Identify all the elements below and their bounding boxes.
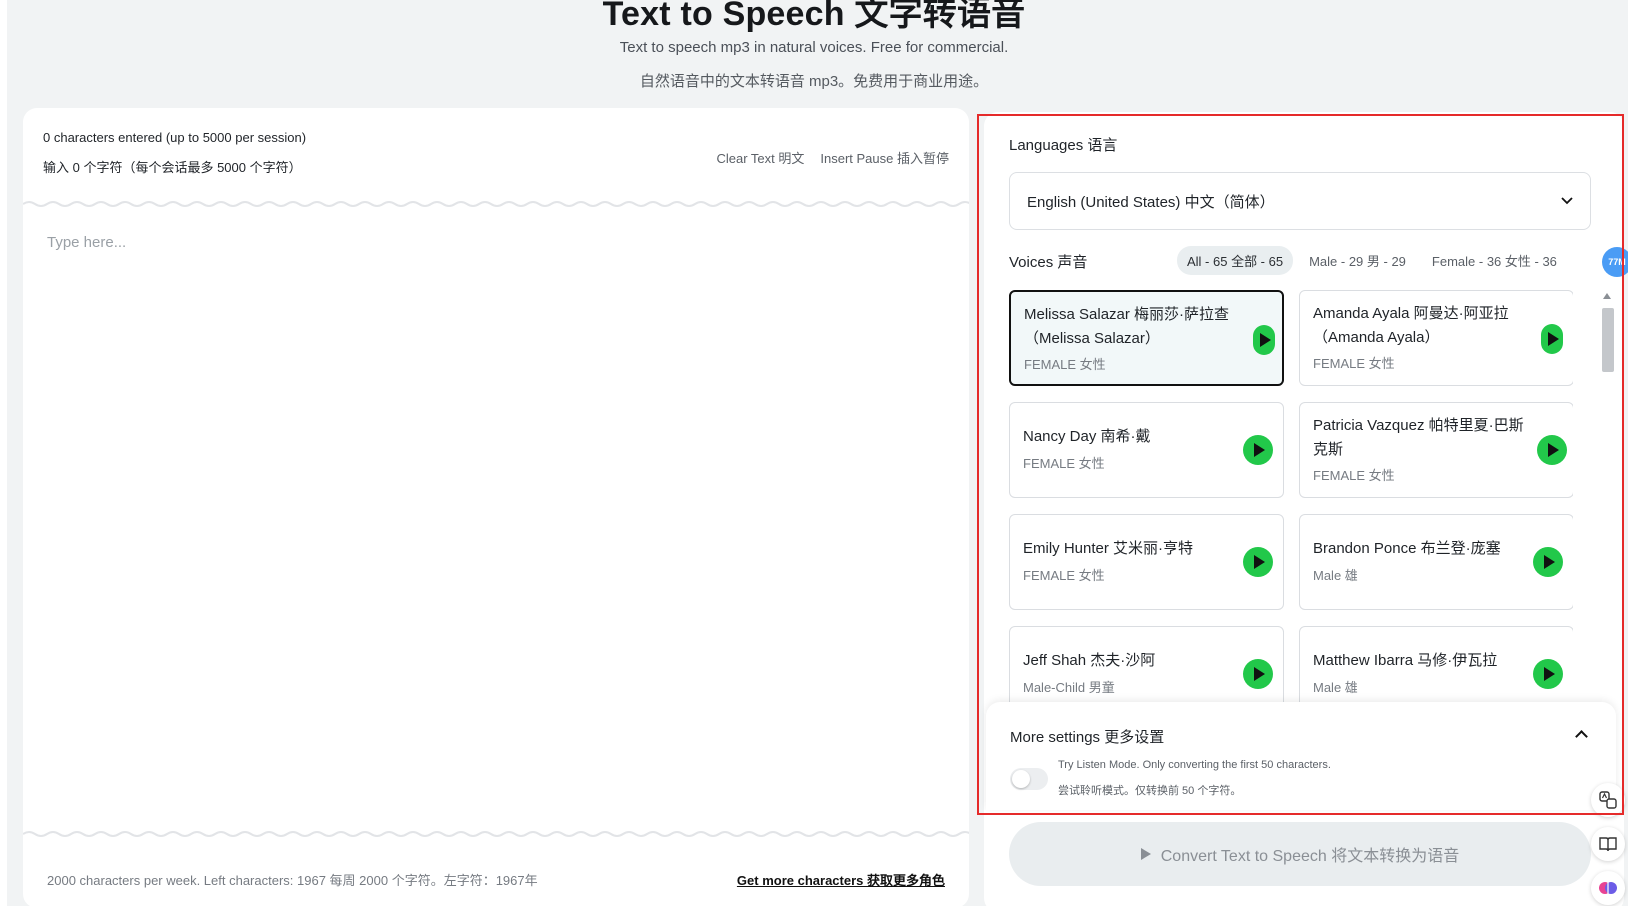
- voice-gender: FEMALE 女性: [1313, 356, 1395, 371]
- filter-male[interactable]: Male - 29 男 - 29: [1299, 246, 1416, 275]
- voice-gender: FEMALE 女性: [1024, 357, 1106, 372]
- voice-list: Melissa Salazar 梅丽莎·萨拉查（Melissa Salazar）…: [1009, 290, 1573, 702]
- editor-actions: Clear Text 明文 Insert Pause 插入暂停: [716, 148, 949, 167]
- filter-all[interactable]: All - 65 全部 - 65: [1177, 246, 1294, 275]
- play-triangle-icon: [1140, 848, 1151, 860]
- voice-gender: FEMALE 女性: [1313, 468, 1395, 483]
- play-icon[interactable]: [1533, 547, 1563, 577]
- voice-gender: FEMALE 女性: [1023, 456, 1105, 471]
- voice-name: Patricia Vazquez 帕特里夏·巴斯克斯: [1313, 417, 1524, 458]
- voices-label: Voices 声音: [1009, 254, 1088, 271]
- voice-card[interactable]: Patricia Vazquez 帕特里夏·巴斯克斯 FEMALE 女性: [1299, 402, 1573, 498]
- filter-female[interactable]: Female - 36 女性 - 36: [1422, 246, 1567, 275]
- listen-mode-text-zh: 尝试聆听模式。仅转换前 50 个字符。: [1058, 785, 1242, 797]
- scrollbar-thumb[interactable]: [1602, 308, 1614, 372]
- play-icon[interactable]: [1541, 324, 1563, 354]
- voice-card[interactable]: Jeff Shah 杰夫·沙阿 Male-Child 男童: [1009, 626, 1284, 702]
- character-count-en: 0 characters entered (up to 5000 per ses…: [43, 130, 307, 145]
- language-select[interactable]: English (United States) 中文（简体）: [1009, 172, 1591, 230]
- voice-name: Jeff Shah 杰夫·沙阿: [1023, 652, 1156, 669]
- voice-filter-tabs: All - 65 全部 - 65 Male - 29 男 - 29 Female…: [1177, 246, 1567, 275]
- page-title: Text to Speech 文字转语音: [602, 0, 1026, 33]
- page-subtitle-zh: 自然语音中的文本转语音 mp3。免费用于商业用途。: [639, 73, 989, 90]
- listen-mode-text-en: Try Listen Mode. Only converting the fir…: [1058, 759, 1331, 771]
- play-icon[interactable]: [1253, 325, 1275, 355]
- chevron-up-icon[interactable]: [1575, 730, 1588, 743]
- play-icon[interactable]: [1243, 547, 1273, 577]
- play-icon[interactable]: [1243, 659, 1273, 689]
- divider-wave-top: [23, 201, 969, 207]
- scroll-up-arrow-icon[interactable]: [1603, 293, 1611, 299]
- voice-card[interactable]: Amanda Ayala 阿曼达·阿亚拉（Amanda Ayala） FEMAL…: [1299, 290, 1573, 386]
- voice-name: Emily Hunter 艾米丽·亨特: [1023, 540, 1194, 557]
- voice-card[interactable]: Emily Hunter 艾米丽·亨特 FEMALE 女性: [1009, 514, 1284, 610]
- page-subtitle-en: Text to speech mp3 in natural voices. Fr…: [619, 39, 1009, 56]
- play-icon[interactable]: [1243, 435, 1273, 465]
- voice-card[interactable]: Melissa Salazar 梅丽莎·萨拉查（Melissa Salazar）…: [1009, 290, 1284, 386]
- play-icon[interactable]: [1537, 435, 1567, 465]
- insert-pause-button[interactable]: Insert Pause 插入暂停: [820, 148, 949, 167]
- more-settings-label[interactable]: More settings 更多设置: [1010, 726, 1164, 747]
- chevron-down-icon: [1561, 197, 1573, 205]
- get-more-characters-link[interactable]: Get more characters 获取更多角色: [737, 870, 945, 889]
- weekly-quota-text: 2000 characters per week. Left character…: [47, 873, 538, 888]
- translate-icon[interactable]: [1591, 783, 1625, 817]
- voice-name: Brandon Ponce 布兰登·庞塞: [1313, 540, 1501, 557]
- voice-card[interactable]: Nancy Day 南希·戴 FEMALE 女性: [1009, 402, 1284, 498]
- voice-gender: FEMALE 女性: [1023, 568, 1105, 583]
- voice-name: Melissa Salazar 梅丽莎·萨拉查（Melissa Salazar）: [1024, 306, 1230, 347]
- character-count-zh: 输入 0 个字符（每个会话最多 5000 个字符）: [43, 160, 302, 175]
- reader-icon[interactable]: [1591, 827, 1625, 861]
- voice-name: Nancy Day 南希·戴: [1023, 428, 1151, 445]
- voice-gender: Male-Child 男童: [1023, 680, 1115, 695]
- play-icon[interactable]: [1533, 659, 1563, 689]
- divider-wave-bottom: [23, 831, 969, 837]
- voice-gender: Male 雄: [1313, 680, 1358, 695]
- voice-name: Matthew Ibarra 马修·伊瓦拉: [1313, 652, 1498, 669]
- convert-button-label: Convert Text to Speech 将文本转换为语音: [1160, 848, 1460, 865]
- listen-mode-toggle[interactable]: [1010, 768, 1048, 790]
- voice-gender: Male 雄: [1313, 568, 1358, 583]
- more-settings-panel: More settings 更多设置 Try Listen Mode. Only…: [986, 702, 1616, 810]
- text-input[interactable]: [47, 234, 947, 814]
- voice-name: Amanda Ayala 阿曼达·阿亚拉（Amanda Ayala）: [1313, 305, 1509, 346]
- brain-icon[interactable]: [1591, 871, 1625, 905]
- voice-card[interactable]: Brandon Ponce 布兰登·庞塞 Male 雄: [1299, 514, 1573, 610]
- avatar[interactable]: 77M: [1602, 247, 1628, 277]
- voice-card[interactable]: Matthew Ibarra 马修·伊瓦拉 Male 雄: [1299, 626, 1573, 702]
- clear-text-button[interactable]: Clear Text 明文: [716, 148, 804, 167]
- text-editor-card: 0 characters entered (up to 5000 per ses…: [23, 108, 969, 906]
- convert-button[interactable]: Convert Text to Speech 将文本转换为语音: [1009, 822, 1591, 886]
- language-select-value: English (United States) 中文（简体）: [1027, 193, 1275, 211]
- languages-label: Languages 语言: [1009, 137, 1118, 154]
